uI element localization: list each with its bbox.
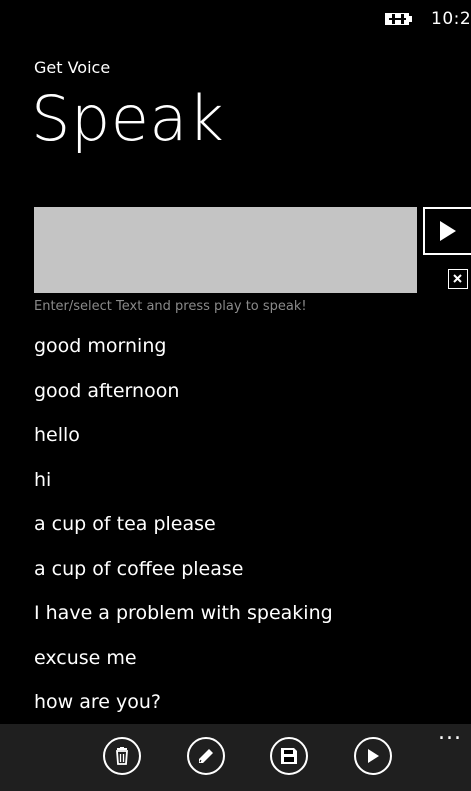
app-name: Get Voice	[34, 58, 111, 77]
page-title: Speak	[31, 82, 225, 155]
play-icon	[440, 221, 456, 241]
phrase-item[interactable]: a cup of coffee please	[34, 551, 454, 596]
close-icon	[453, 274, 462, 283]
delete-icon	[116, 747, 128, 765]
phrase-item[interactable]: hello	[34, 417, 454, 462]
phrase-item[interactable]: I have a problem with speaking	[34, 595, 454, 640]
phrase-item[interactable]: a cup of tea please	[34, 506, 454, 551]
phrase-item[interactable]: how are you?	[34, 684, 454, 724]
edit-icon	[199, 749, 213, 763]
save-icon	[281, 748, 297, 764]
speak-text-input[interactable]	[34, 207, 417, 293]
phrase-item[interactable]: good morning	[34, 328, 454, 373]
edit-button[interactable]	[187, 737, 225, 775]
app-bar: ...	[0, 722, 471, 791]
input-hint: Enter/select Text and press play to spea…	[34, 299, 307, 314]
phrase-list: good morning good afternoon hello hi a c…	[34, 328, 454, 724]
clear-text-button[interactable]	[448, 269, 468, 289]
phrase-item[interactable]: good afternoon	[34, 373, 454, 418]
phrase-item[interactable]: hi	[34, 462, 454, 507]
delete-button[interactable]	[103, 737, 141, 775]
battery-charging-icon	[385, 13, 412, 25]
status-bar: 10:26	[0, 0, 471, 40]
clock: 10:26	[431, 9, 471, 29]
speak-play-button[interactable]	[423, 207, 471, 255]
save-button[interactable]	[270, 737, 308, 775]
play-button[interactable]	[354, 737, 392, 775]
phrase-item[interactable]: excuse me	[34, 640, 454, 685]
more-options-icon[interactable]: ...	[438, 722, 462, 744]
play-icon	[368, 749, 379, 763]
